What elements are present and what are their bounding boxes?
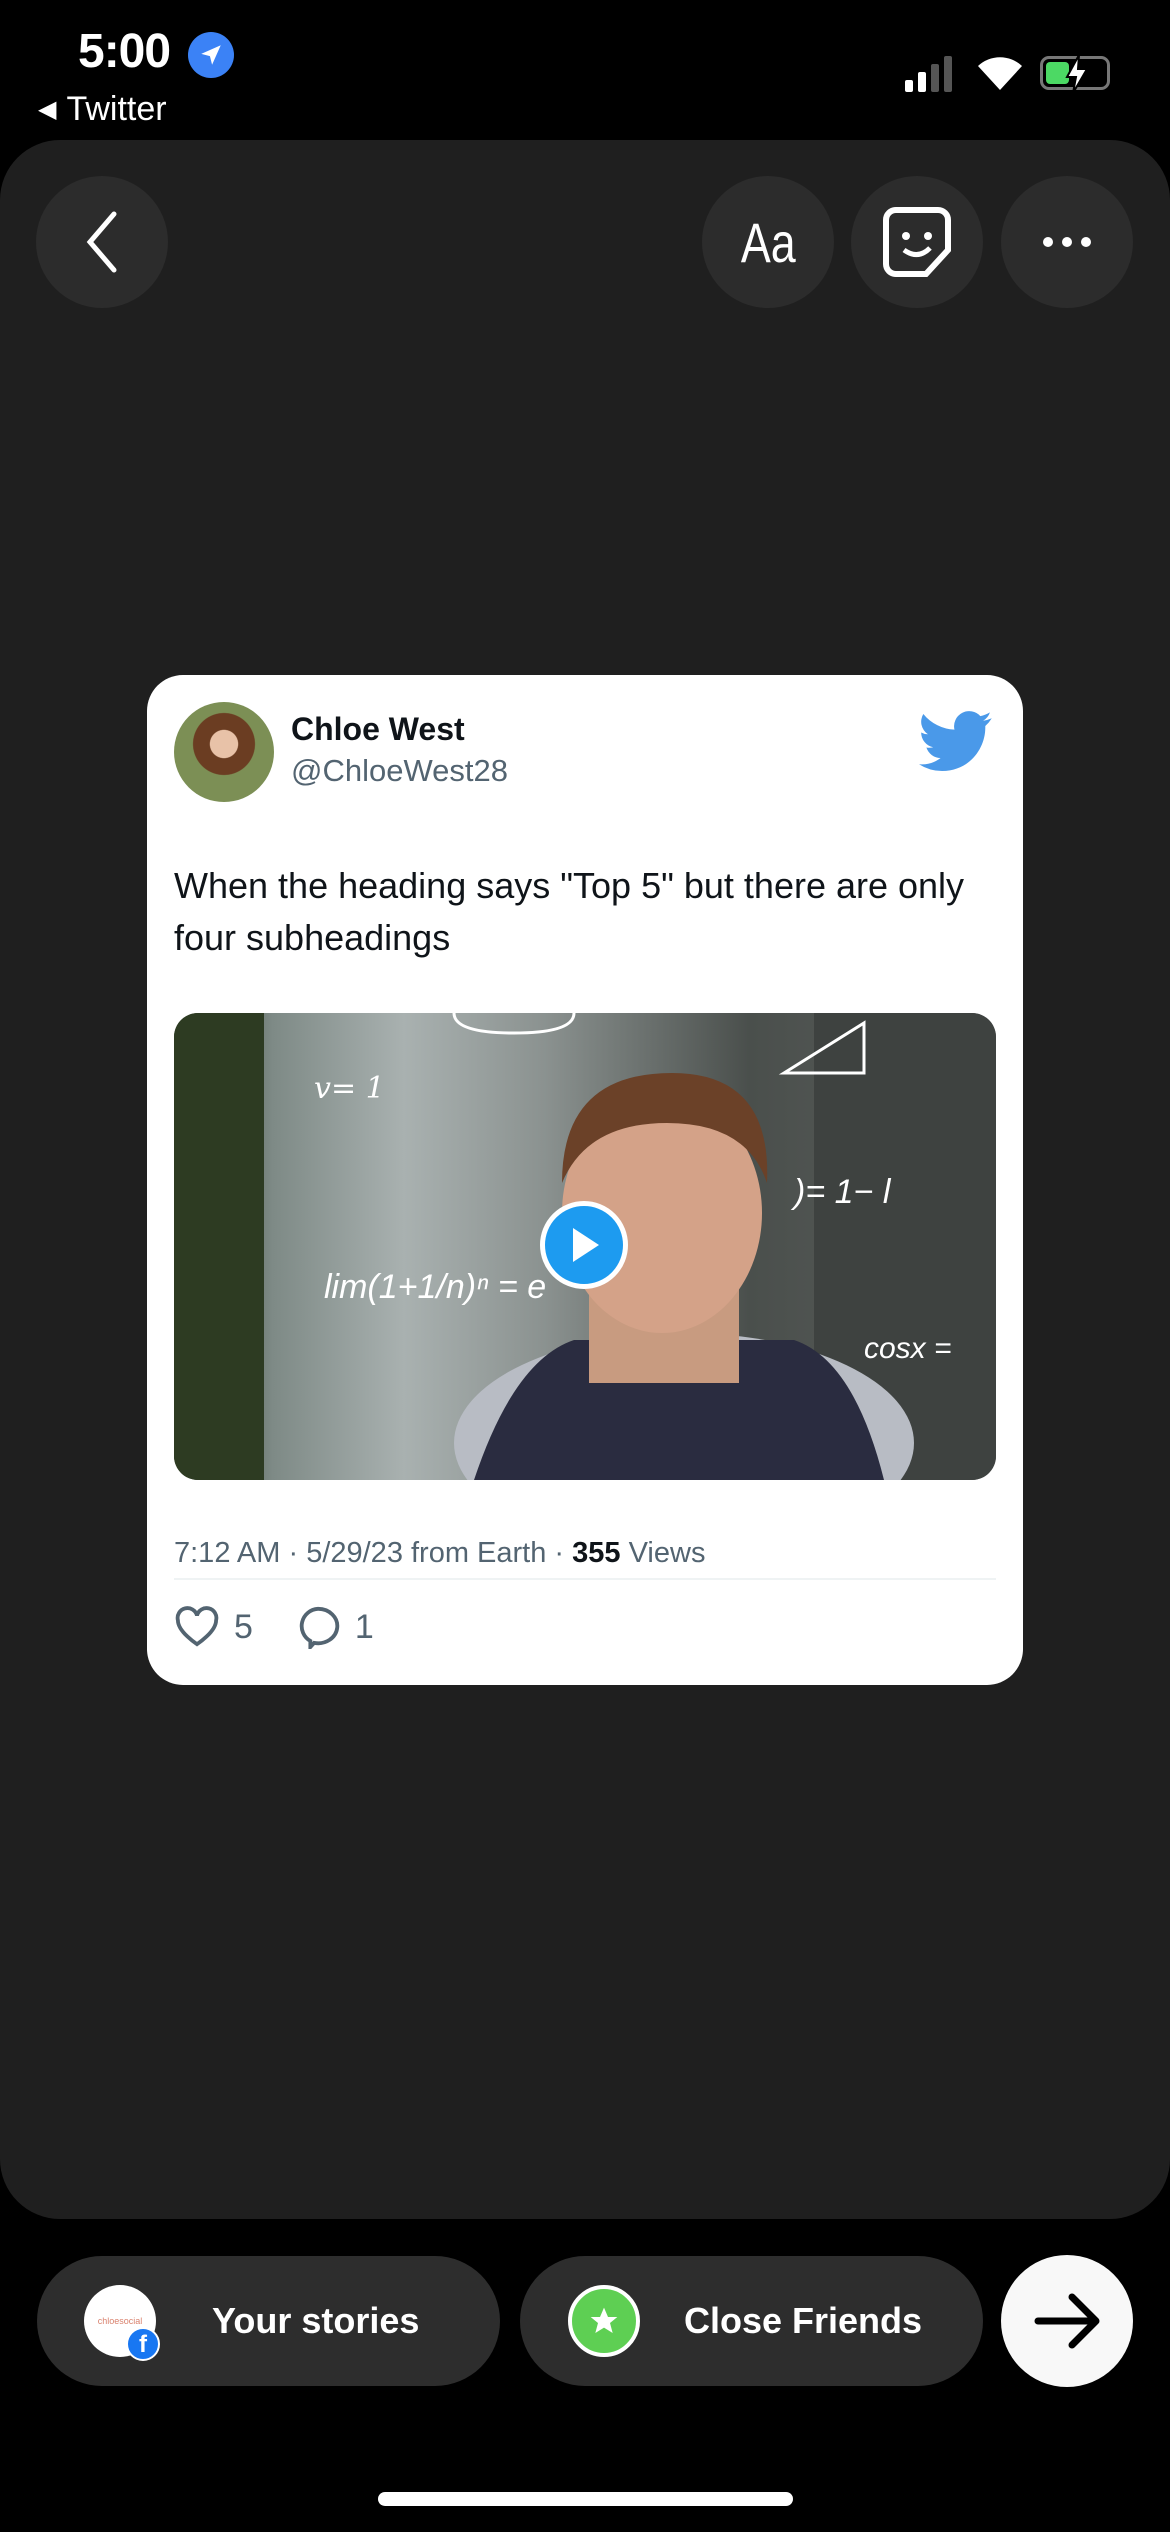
your-stories-label: Your stories [212, 2300, 420, 2341]
tweet-meta: 7:12 AM · 5/29/23 from Earth · 355 Views [174, 1537, 706, 1569]
views-count: 355 [572, 1537, 621, 1569]
views-label: Views [628, 1537, 706, 1569]
tweet-time: 7:12 AM [174, 1537, 281, 1569]
tweet-actions: 5 1 [174, 1605, 374, 1649]
replies-count: 1 [354, 1607, 374, 1646]
author-name: Chloe West [291, 711, 465, 747]
cellular-signal-icon [905, 56, 952, 92]
back-app-label: Twitter [66, 90, 167, 128]
tweet-text: When the heading says "Top 5" but there … [174, 865, 965, 958]
tweet-sticker-card[interactable]: Chloe West @ChloeWest28 When the heading… [147, 675, 1023, 1685]
author-handle: @ChloeWest28 [291, 753, 508, 788]
share-next-button[interactable] [1001, 2255, 1133, 2387]
twitter-bird-icon [919, 711, 993, 778]
likes-count: 5 [234, 1607, 253, 1646]
sticker-button[interactable] [851, 176, 983, 308]
reply-icon [299, 1606, 340, 1649]
play-icon [573, 1228, 599, 1262]
avatar-logo-text: chloesocial [97, 2316, 143, 2326]
home-indicator[interactable] [378, 2492, 793, 2506]
your-stories-button[interactable]: chloesocial f Your stories [37, 2256, 500, 2386]
close-friends-star-icon [568, 2285, 640, 2357]
wifi-icon [975, 52, 1025, 97]
more-options-button[interactable] [1001, 176, 1133, 308]
chevron-left-icon [86, 211, 117, 273]
media-overlay-text: lim(1+1/n)ⁿ = e [324, 1268, 546, 1306]
close-friends-button[interactable]: Close Friends [520, 2256, 983, 2386]
heart-icon [175, 1606, 219, 1647]
close-friends-label: Close Friends [684, 2300, 923, 2341]
more-icon [1043, 237, 1091, 247]
tweet-video[interactable]: v= 1 )= 1− l lim(1+1/n)ⁿ = e cosx = [174, 1013, 996, 1480]
profile-avatar: chloesocial f [84, 2285, 160, 2361]
back-triangle-icon: ◀ [38, 96, 57, 123]
status-time: 5:00 [78, 25, 171, 78]
text-tool-label: Aa [740, 210, 796, 274]
arrow-right-icon [1034, 2293, 1100, 2349]
divider [174, 1578, 996, 1580]
back-button[interactable] [36, 176, 168, 308]
location-icon [188, 32, 234, 78]
media-overlay-text: )= 1− l [790, 1173, 892, 1211]
text-tool-button[interactable]: Aa [702, 176, 834, 308]
media-overlay-text: cosx = [864, 1332, 952, 1365]
media-overlay-text: v= 1 [314, 1071, 385, 1106]
battery-icon [1040, 55, 1110, 93]
facebook-icon: f [126, 2327, 160, 2361]
sticker-icon [883, 207, 951, 277]
author-avatar [174, 702, 274, 802]
tweet-date: 5/29/23 from Earth [306, 1537, 547, 1569]
play-button[interactable] [540, 1201, 628, 1289]
back-to-app-link[interactable]: ◀ Twitter [38, 90, 167, 129]
